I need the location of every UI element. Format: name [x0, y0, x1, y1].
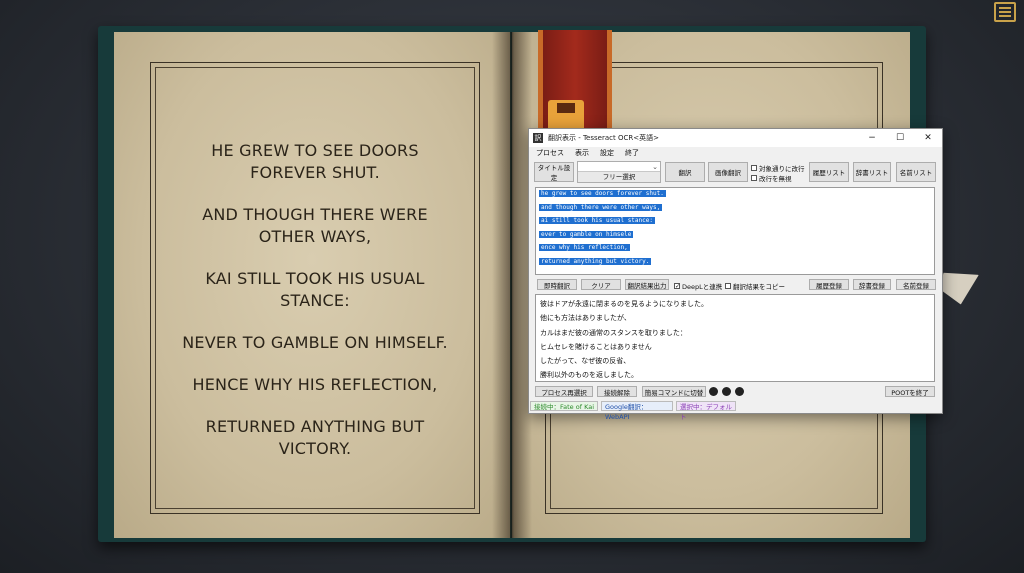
translation-textarea[interactable]: 彼はドアが永遠に閉まるのを見るようになりました。 他にも方法はありましたが、 カ… — [535, 294, 935, 382]
close-button[interactable]: ✕ — [914, 129, 942, 147]
play-icon[interactable] — [709, 387, 718, 396]
pause-icon[interactable] — [722, 387, 731, 396]
disconnect-button[interactable]: 接続解除 — [597, 386, 637, 397]
story-text: HE GREW TO SEE DOORS FOREVER SHUT. AND T… — [180, 140, 450, 480]
translation-line: 勝利以外のものを返しました。 — [540, 371, 638, 380]
menu-exit[interactable]: 終了 — [625, 148, 639, 158]
chevron-down-icon: ⌄ — [652, 163, 658, 171]
story-line: AND THOUGH THERE WERE OTHER WAYS, — [202, 205, 428, 246]
ocr-line: he grew to see doors forever shut. — [539, 190, 666, 197]
instant-translate-button[interactable]: 即時翻訳 — [537, 279, 577, 290]
app-icon: 訳 — [533, 133, 543, 143]
simple-command-button[interactable]: 簡易コマンドに切替 — [642, 386, 706, 397]
history-register-button[interactable]: 履歴登録 — [809, 279, 849, 290]
status-engine: Google翻訳：WebAPI — [601, 401, 673, 421]
dict-register-button[interactable]: 辞書登録 — [853, 279, 891, 290]
dict-list-button[interactable]: 辞書リスト — [853, 162, 891, 182]
line-break-checkbox[interactable]: 対象通りに改行 — [751, 163, 805, 173]
ignore-break-checkbox[interactable]: 改行を無視 — [751, 173, 792, 183]
title-setting-button[interactable]: タイトル設定 — [534, 162, 574, 182]
translation-line: 彼はドアが永遠に閉まるのを見るようになりました。 — [540, 300, 708, 308]
story-line: HE GREW TO SEE DOORS FOREVER SHUT. — [211, 141, 419, 182]
ocr-line: ever to gamble on himsele — [539, 230, 634, 238]
free-select-button[interactable]: フリー選択 — [578, 171, 660, 182]
export-button[interactable]: 翻訳結果出力 — [625, 279, 669, 290]
ocr-line: ence why his reflection, — [539, 244, 630, 252]
menu-bar: プロセス 表示 設定 終了 — [529, 147, 942, 159]
status-connected: 接続中：Fate of Kai — [530, 401, 598, 411]
title-bar[interactable]: 訳 翻訳表示 - Tesseract OCR<英語> − ☐ ✕ — [529, 129, 942, 147]
translation-line: したがって、なぜ彼の反省、 — [540, 357, 631, 366]
menu-icon[interactable] — [994, 2, 1016, 22]
maximize-button[interactable]: ☐ — [886, 129, 914, 147]
ocr-line: returned anything but victory. — [539, 257, 652, 265]
story-line: RETURNED ANYTHING BUT VICTORY. — [205, 417, 425, 458]
minimize-button[interactable]: − — [858, 129, 886, 147]
window-title: 翻訳表示 - Tesseract OCR<英語> — [548, 134, 659, 142]
ocr-line: ai still took his usual stance: — [539, 217, 655, 225]
book-spine — [492, 32, 532, 538]
status-selection: 選択中：デフォルト — [676, 401, 736, 421]
ocr-line: and though there were other ways, — [539, 203, 663, 211]
translate-button[interactable]: 翻訳 — [665, 162, 705, 182]
menu-settings[interactable]: 設定 — [600, 148, 614, 158]
translation-line: 他にも方法はありましたが、 — [540, 314, 631, 323]
clear-button[interactable]: クリア — [581, 279, 621, 290]
deepl-checkbox[interactable]: ✓ DeepLと連携 — [674, 281, 722, 291]
menu-view[interactable]: 表示 — [575, 148, 589, 158]
story-line: NEVER TO GAMBLE ON HIMSELF. — [182, 333, 448, 352]
stop-icon[interactable] — [735, 387, 744, 396]
menu-process[interactable]: プロセス — [536, 148, 564, 158]
translation-window: 訳 翻訳表示 - Tesseract OCR<英語> − ☐ ✕ プロセス 表示… — [528, 128, 943, 421]
ocr-textarea[interactable]: he grew to see doors forever shut. and t… — [535, 187, 935, 275]
window-select-combo[interactable]: ⌄ フリー選択 — [577, 161, 661, 183]
process-reselect-button[interactable]: プロセス再選択 — [535, 386, 593, 397]
story-line: HENCE WHY HIS REFLECTION, — [192, 375, 438, 394]
name-register-button[interactable]: 名前登録 — [896, 279, 936, 290]
name-list-button[interactable]: 名前リスト — [896, 162, 936, 182]
translation-line: ヒムセレを賭けることはありません — [540, 342, 652, 351]
image-translate-button[interactable]: 画像翻訳 — [708, 162, 748, 182]
translation-line: カルはまだ彼の通常のスタンスを取りました： — [540, 328, 687, 337]
copy-result-checkbox[interactable]: 翻訳結果をコピー — [725, 281, 785, 291]
history-list-button[interactable]: 履歴リスト — [809, 162, 849, 182]
story-line: KAI STILL TOOK HIS USUAL STANCE: — [205, 269, 425, 310]
exit-poot-button[interactable]: POOTを終了 — [885, 386, 935, 397]
